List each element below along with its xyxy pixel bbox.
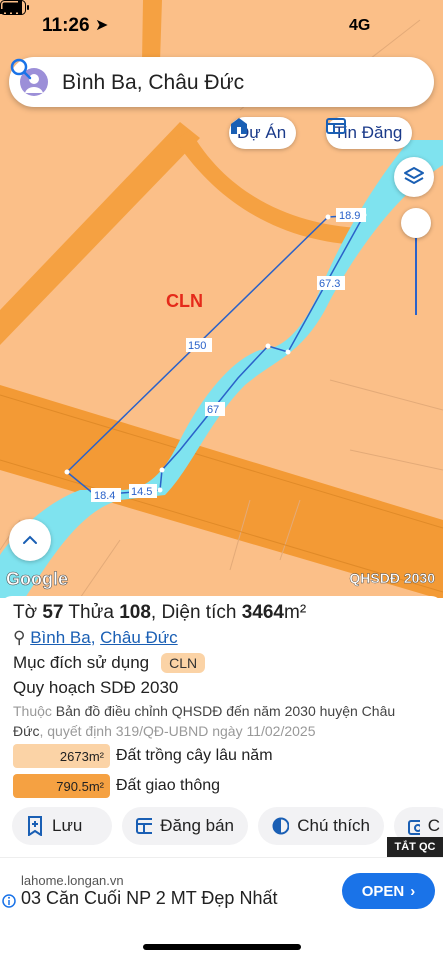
building-icon (231, 118, 247, 134)
ad-open-label: OPEN (361, 882, 405, 900)
legend-swatch: 2673m² (13, 744, 110, 768)
ad-domain: lahome.longan.vn (21, 873, 124, 888)
post-label: Đăng bán (160, 816, 234, 835)
opacity-slider-track[interactable] (415, 230, 417, 315)
edge-label: 18.9 (339, 210, 360, 222)
edge-label: 150 (188, 340, 206, 352)
projects-button[interactable]: Dự Án (229, 117, 297, 149)
layers-button[interactable] (394, 157, 434, 197)
map-view[interactable]: CLN 18.9 67.3 150 67 18.4 14.5 11:26 ➤ 4… (0, 0, 443, 598)
listing-icon (326, 118, 346, 134)
action-bar: Lưu Đăng bán Chú thích C (12, 807, 443, 845)
info-icon[interactable] (2, 894, 16, 908)
home-indicator[interactable] (143, 944, 301, 950)
area-unit: m² (284, 602, 307, 623)
source-prefix: Thuộc (13, 703, 52, 719)
location-arrow-icon: ➤ (95, 17, 109, 34)
edge-label: 18.4 (94, 490, 115, 502)
commune-link[interactable]: Bình Ba (30, 628, 91, 647)
search-bar[interactable]: Bình Ba, Châu Đức (9, 57, 434, 107)
edge-label: 14.5 (131, 486, 152, 498)
ad-banner[interactable]: lahome.longan.vn 03 Căn Cuối NP 2 MT Đẹp… (0, 857, 443, 928)
chevron-up-icon (23, 535, 37, 544)
area-value: 3464 (241, 602, 284, 623)
save-button[interactable]: Lưu (12, 807, 112, 845)
save-label: Lưu (52, 816, 83, 835)
ad-open-button[interactable]: OPEN › (342, 873, 435, 909)
battery-icon (0, 0, 29, 15)
map-source-label: QHSDĐ 2030 (349, 570, 435, 586)
legend-row: 790.5m² Đất giao thông (13, 774, 220, 798)
edge-label: 67.3 (319, 278, 340, 290)
parcel-info-sheet: Tờ 57 Thửa 108, Diện tích 3464m² ⚲ Bình … (0, 596, 443, 858)
zone-label: CLN (166, 291, 203, 311)
sheet-number: 57 (42, 602, 64, 623)
parcel-title: Tờ 57 Thửa 108, Diện tích 3464m² (13, 602, 306, 624)
sheet-label: Tờ (13, 602, 43, 623)
search-input[interactable]: Bình Ba, Châu Đức (62, 71, 244, 95)
plot-label: Thửa (63, 602, 120, 623)
district-link[interactable]: Châu Đức (100, 628, 178, 647)
legend-label: Đất giao thông (116, 777, 221, 794)
camera-add-icon (408, 820, 420, 835)
expand-up-button[interactable] (9, 519, 51, 561)
network-type: 4G (349, 17, 371, 34)
listings-button[interactable]: Tin Đăng (326, 117, 413, 149)
chevron-right-icon: › (410, 882, 416, 900)
close-ad-button[interactable]: TẮT QC (387, 837, 443, 857)
status-time: 11:26 (42, 15, 90, 36)
purpose-badge: CLN (161, 653, 206, 673)
ad-title[interactable]: 03 Căn Cuối NP 2 MT Đẹp Nhất (21, 888, 277, 909)
layers-icon (404, 167, 424, 184)
parcel-location: ⚲ Bình Ba, Châu Đức (13, 628, 178, 647)
camera-label: C (427, 816, 440, 835)
legend-label: Đất trồng cây lâu năm (116, 747, 273, 764)
legend-row: 2673m² Đất trồng cây lâu năm (13, 744, 273, 768)
post-listing-button[interactable]: Đăng bán (122, 807, 248, 845)
legend-button[interactable]: Chú thích (258, 807, 384, 845)
legend-label: Chú thích (297, 816, 370, 835)
plan-source: Thuộc Bản đồ điều chỉnh QHSDĐ đến năm 20… (13, 701, 413, 741)
plan-heading: Quy hoạch SDĐ 2030 (13, 678, 179, 697)
opacity-slider-handle[interactable] (401, 208, 431, 238)
location-pin-icon: ⚲ (13, 628, 26, 647)
search-icon[interactable] (9, 57, 33, 81)
contrast-icon (272, 817, 290, 835)
edge-label: 67 (207, 404, 219, 416)
bookmark-add-icon (28, 816, 42, 836)
decision-text: , quyết định 319/QĐ-UBND ngày 11/02/2025 (39, 723, 316, 739)
plot-number: 108 (119, 602, 151, 623)
google-logo: Google (6, 569, 69, 590)
purpose-label: Mục đích sử dụng (13, 653, 150, 672)
listing-icon (136, 818, 153, 834)
status-bar: 11:26 ➤ 4G (0, 0, 443, 52)
bottom-area (0, 927, 443, 959)
area-label: , Diện tích (150, 602, 242, 623)
legend-swatch: 790.5m² (13, 774, 110, 798)
purpose-row: Mục đích sử dụng CLN (13, 653, 206, 673)
